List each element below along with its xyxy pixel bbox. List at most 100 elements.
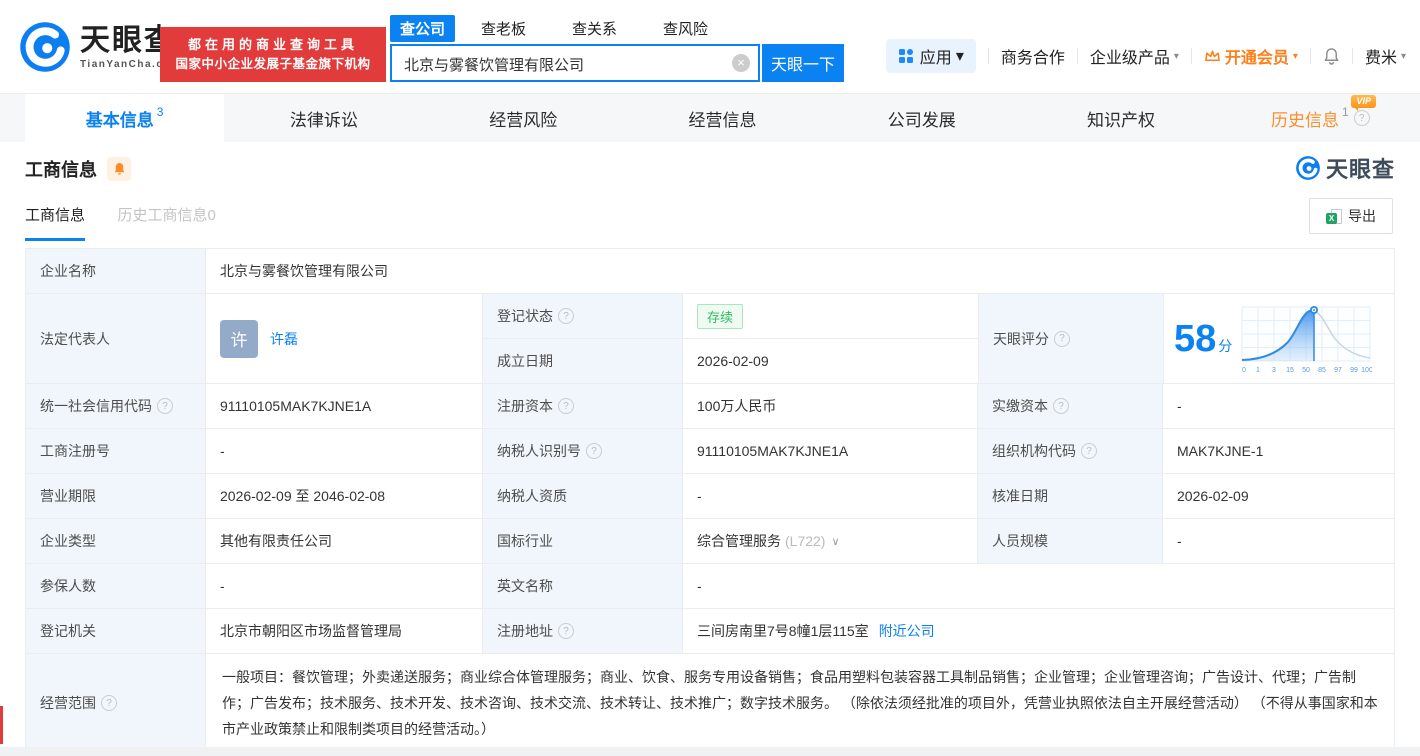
legal-rep-avatar[interactable]: 许	[220, 320, 258, 358]
taxpayer-id-value: 91110105MAK7KJNE1A	[683, 429, 978, 473]
svg-text:50: 50	[1302, 367, 1310, 374]
field-label: 实缴资本	[978, 384, 1163, 428]
field-label: 登记机关	[26, 609, 206, 653]
nearby-companies-link[interactable]: 附近公司	[879, 621, 935, 641]
help-icon[interactable]	[157, 398, 173, 414]
field-label: 营业期限	[26, 474, 206, 518]
svg-text:1: 1	[1256, 367, 1260, 374]
tab-company-development[interactable]: 公司发展	[822, 94, 1021, 142]
svg-text:99: 99	[1350, 367, 1358, 374]
table-row: 登记机关 北京市朝阳区市场监督管理局 注册地址 三间房南里7号8幢1层115室 …	[26, 609, 1394, 654]
bottom-strip	[0, 747, 1420, 756]
reg-address-value: 三间房南里7号8幢1层115室 附近公司	[683, 609, 1394, 653]
search-tab-company[interactable]: 查公司	[390, 15, 455, 42]
tab-legal-litigation[interactable]: 法律诉讼	[224, 94, 423, 142]
svg-text:3: 3	[1272, 367, 1276, 374]
user-menu[interactable]: 费米	[1365, 44, 1406, 68]
help-icon[interactable]	[1081, 443, 1097, 459]
tab-operation-risk[interactable]: 经营风险	[424, 94, 623, 142]
caret-down-icon	[956, 46, 964, 66]
site-header: 天眼查 TianYanCha.com 都在用的商业查询工具 国家中小企业发展子基…	[0, 0, 1420, 93]
company-type-value: 其他有限责任公司	[206, 519, 483, 563]
watermark-logo: 天眼查	[1295, 152, 1395, 184]
menu-business-cooperation[interactable]: 商务合作	[1001, 44, 1065, 68]
field-label: 国标行业	[483, 519, 683, 563]
help-icon[interactable]	[558, 308, 574, 324]
org-code-value: MAK7KJNE-1	[1163, 429, 1394, 473]
apps-menu-label: 应用	[920, 44, 952, 68]
search-tab-boss[interactable]: 查老板	[471, 15, 536, 42]
table-row: 企业类型 其他有限责任公司 国标行业 综合管理服务 (L722) 人员规模 -	[26, 519, 1394, 564]
menu-vip-upgrade[interactable]: 开通会员	[1204, 44, 1298, 68]
tab-operation-info[interactable]: 经营信息	[623, 94, 822, 142]
caret-down-icon	[1401, 51, 1406, 62]
score-unit: 分	[1218, 336, 1232, 356]
table-row: 统一社会信用代码 91110105MAK7KJNE1A 注册资本 100万人民币…	[26, 384, 1394, 429]
search-tab-risk[interactable]: 查风险	[653, 15, 718, 42]
top-menu: 应用 商务合作 企业级产品 开通会员	[886, 38, 1406, 74]
search-input[interactable]	[402, 48, 726, 80]
score-distribution-chart: 0 1 3 15 50 85 97 99 100	[1240, 301, 1372, 377]
svg-text:100: 100	[1361, 367, 1372, 374]
field-label: 企业类型	[26, 519, 206, 563]
export-button[interactable]: 导出	[1309, 198, 1393, 234]
help-icon[interactable]	[1053, 398, 1069, 414]
field-label: 人员规模	[978, 519, 1163, 563]
reg-capital-value: 100万人民币	[683, 384, 978, 428]
notifications-bell-icon[interactable]	[1323, 47, 1340, 65]
tab-history-info-count: 1	[1342, 105, 1349, 119]
divider	[1352, 48, 1353, 64]
help-icon[interactable]	[558, 398, 574, 414]
reg-number-value: -	[206, 429, 483, 473]
watermark-logo-icon	[1295, 155, 1321, 181]
search-button[interactable]: 天眼一下	[762, 44, 844, 82]
help-icon[interactable]	[558, 623, 574, 639]
section-title: 工商信息	[25, 156, 97, 182]
search-tab-relation[interactable]: 查关系	[562, 15, 627, 42]
menu-vip-label: 开通会员	[1225, 44, 1289, 68]
slogan-line-1: 都在用的商业查询工具	[160, 35, 386, 55]
legal-rep-cell: 许 许磊	[206, 294, 483, 383]
monitor-bell-button[interactable]	[107, 157, 131, 181]
menu-enterprise-products[interactable]: 企业级产品	[1090, 44, 1179, 68]
legal-rep-link[interactable]: 许磊	[270, 329, 298, 349]
table-row: 参保人数 - 英文名称 -	[26, 564, 1394, 609]
chevron-down-icon[interactable]	[831, 535, 839, 548]
divider	[1310, 48, 1311, 64]
tianyancha-company-page: 天眼查 TianYanCha.com 都在用的商业查询工具 国家中小企业发展子基…	[0, 0, 1420, 756]
field-label: 组织机构代码	[978, 429, 1163, 473]
site-logo[interactable]: 天眼查 TianYanCha.com	[18, 20, 181, 74]
crown-icon	[1204, 48, 1221, 65]
subtab-business-info[interactable]: 工商信息	[25, 204, 85, 241]
user-name: 费米	[1365, 44, 1397, 68]
svg-text:0: 0	[1242, 367, 1246, 374]
industry-value: 综合管理服务 (L722)	[683, 519, 978, 563]
search-clear-icon[interactable]	[732, 54, 750, 72]
side-widget-sliver	[0, 706, 3, 744]
search-area: 查公司 查老板 查关系 查风险 天眼一下	[390, 15, 844, 82]
app-grid-icon	[898, 48, 914, 64]
help-icon[interactable]	[1354, 110, 1370, 126]
help-icon[interactable]	[101, 695, 117, 711]
brand-slogan: 都在用的商业查询工具 国家中小企业发展子基金旗下机构	[160, 27, 386, 82]
field-label: 法定代表人	[26, 294, 206, 383]
slogan-line-2: 国家中小企业发展子基金旗下机构	[160, 55, 386, 74]
business-scope-value: 一般项目：餐饮管理；外卖递送服务；商业综合体管理服务；商业、饮食、服务专用设备销…	[206, 654, 1394, 752]
apps-menu[interactable]: 应用	[886, 39, 976, 73]
english-name-value: -	[683, 564, 1394, 608]
tab-basic-info[interactable]: 基本信息 3	[25, 94, 224, 142]
tab-history-info[interactable]: VIP 历史信息 1	[1221, 94, 1420, 142]
field-label: 核准日期	[978, 474, 1163, 518]
subtab-history-business-info[interactable]: 历史工商信息0	[117, 204, 215, 238]
score-axis-labels: 0 1 3 15 50 85 97 99 100	[1242, 367, 1372, 374]
taxpayer-quality-value: -	[683, 474, 978, 518]
help-icon[interactable]	[1054, 331, 1070, 347]
staff-size-value: -	[1163, 519, 1394, 563]
company-name-value: 北京与雾餐饮管理有限公司	[206, 249, 1394, 293]
vip-badge: VIP	[1351, 95, 1376, 108]
subtabs-row: 工商信息 历史工商信息0 导出	[0, 190, 1420, 248]
tab-intellectual-property[interactable]: 知识产权	[1021, 94, 1220, 142]
tianyancha-logo-icon	[18, 20, 72, 74]
help-icon[interactable]	[586, 443, 602, 459]
bell-icon	[113, 162, 126, 176]
